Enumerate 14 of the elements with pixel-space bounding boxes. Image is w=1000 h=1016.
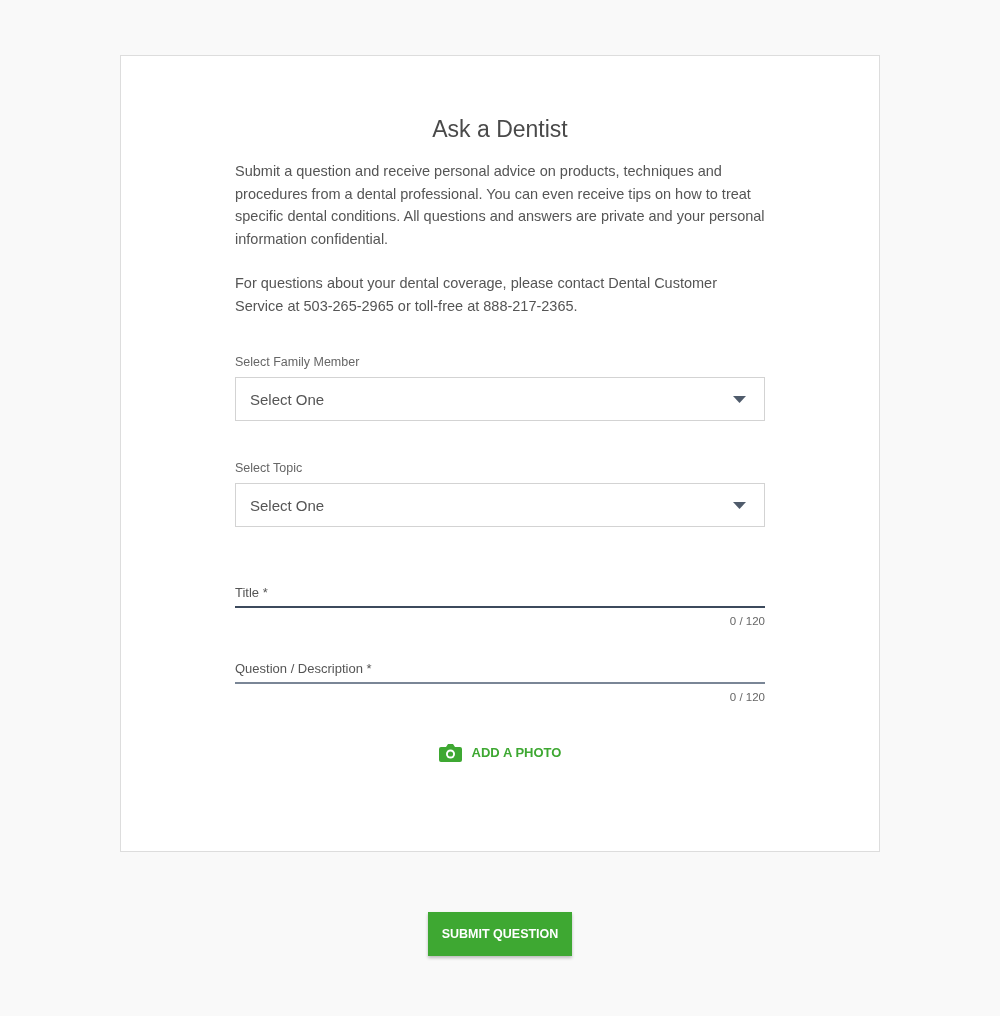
text-field[interactable]: Question / Description * bbox=[235, 657, 765, 684]
character-counter: 0 / 120 bbox=[729, 615, 765, 627]
select-dropdown[interactable]: Select One bbox=[235, 377, 765, 421]
caret-icon bbox=[733, 395, 746, 403]
camera-icon bbox=[438, 743, 462, 762]
caret-icon bbox=[733, 501, 746, 509]
select-dropdown[interactable]: Select One bbox=[235, 483, 765, 527]
text-field[interactable]: Title * bbox=[235, 581, 765, 608]
field-label: Select Family Member bbox=[235, 355, 360, 369]
field-label: Select Topic bbox=[235, 461, 303, 475]
page-title: Ask a Dentist bbox=[431, 116, 569, 143]
intro-paragraph: Submit a question and receive personal advice on products, techniques and procedures from a dental professional. You can even receive tips on how to treat specific dental conditions. All questions and answers are private and your personal information confidential. bbox=[235, 162, 765, 249]
character-counter: 0 / 120 bbox=[729, 691, 765, 703]
intro-paragraph: For questions about your dental coverage, please contact Dental Customer Service at 503-265-2965 or toll-free at 888-217-2365. bbox=[235, 274, 718, 316]
